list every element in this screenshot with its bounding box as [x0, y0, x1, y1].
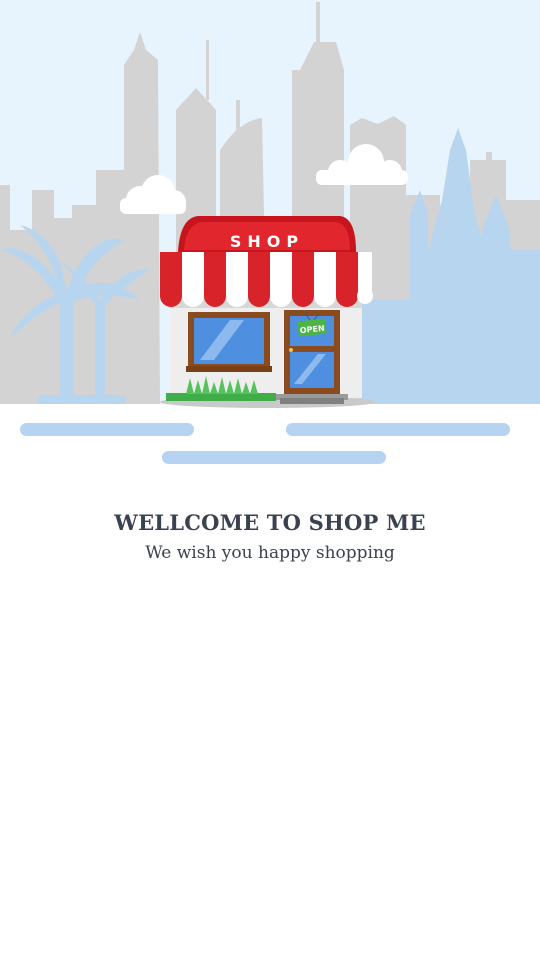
hero-illustration: SHOP OPEN: [0, 0, 540, 410]
welcome-section: WELLCOME TO SHOP ME We wish you happy sh…: [0, 510, 540, 563]
placeholder-bar: [286, 423, 510, 436]
welcome-title: WELLCOME TO SHOP ME: [114, 510, 426, 535]
shop-sign-text: SHOP: [230, 232, 304, 251]
placeholder-bar: [20, 423, 194, 436]
onboarding-screen: SHOP OPEN WELLCOME TO SHOP ME We wish yo…: [0, 0, 540, 960]
welcome-subtitle: We wish you happy shopping: [145, 543, 395, 563]
placeholder-bar: [162, 451, 386, 464]
awning-icon: [160, 216, 373, 307]
shop-storefront-icon: [160, 300, 376, 408]
